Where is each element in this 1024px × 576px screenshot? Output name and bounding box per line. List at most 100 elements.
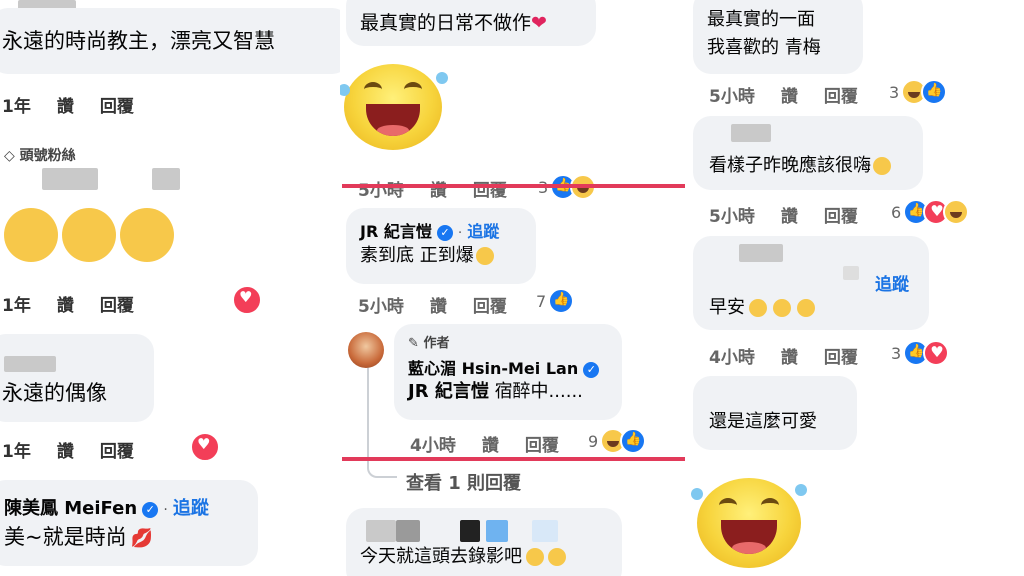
lips-icon: 💋 xyxy=(130,528,154,549)
reply-link[interactable]: 回覆 xyxy=(824,207,858,227)
reply-link[interactable]: 回覆 xyxy=(473,297,507,317)
comment-bubble: 看樣子昨晚應該很嗨 xyxy=(693,116,923,190)
reaction-summary[interactable]: 9 xyxy=(588,428,647,454)
commenter-name[interactable]: 陳美鳳 MeiFen xyxy=(4,498,137,519)
comment-bubble: ✎ 作者 藍心湄 Hsin-Mei Lan ✓ JR 紀言愷 宿醉中...... xyxy=(394,324,622,420)
comment-time: 5小時 xyxy=(358,297,404,317)
laughing-emoji xyxy=(340,64,448,154)
like-icon xyxy=(921,79,948,105)
reply-link[interactable]: 回覆 xyxy=(525,436,559,456)
view-replies-link[interactable]: 查看 1 則回覆 xyxy=(406,469,521,495)
reply-link[interactable]: 回覆 xyxy=(100,296,134,316)
comment-meta: 5小時讚回覆 xyxy=(358,176,533,201)
like-link[interactable]: 讚 xyxy=(57,442,74,462)
commenter-header: JR 紀言愷 ✓ · 追蹤 xyxy=(360,222,500,241)
comment-time: 4小時 xyxy=(709,348,755,368)
commenter-name[interactable]: JR 紀言愷 xyxy=(360,222,432,241)
grin-icon xyxy=(749,299,767,317)
redacted-name xyxy=(4,356,56,372)
highlight-line xyxy=(342,184,685,188)
comment-text-line: 我喜歡的 青梅 xyxy=(707,37,821,58)
comment-time: 1年 xyxy=(2,97,31,117)
redacted-name xyxy=(843,266,859,280)
smiling-hearts-emoji xyxy=(4,208,174,274)
follow-link[interactable]: 追蹤 xyxy=(875,270,909,295)
comment-bubble: JR 紀言愷 ✓ · 追蹤 素到底 正到爆 xyxy=(346,208,536,284)
pencil-icon: ✎ xyxy=(408,336,419,351)
comment-time: 5小時 xyxy=(709,207,755,227)
haha-icon xyxy=(943,199,970,225)
comment-time: 5小時 xyxy=(709,87,755,107)
comment-meta: 5小時 讚 回覆 xyxy=(358,292,533,317)
like-icon xyxy=(620,428,647,454)
redacted-block xyxy=(486,520,508,542)
comment-text-body: 宿醉中...... xyxy=(494,381,583,402)
like-link[interactable]: 讚 xyxy=(781,87,798,107)
face-hearts-icon xyxy=(62,208,116,262)
comment-meta: 1年 讚 回覆 xyxy=(2,437,160,462)
comment-meta: 1年 讚 回覆 xyxy=(2,92,160,117)
reaction-summary[interactable]: 7 xyxy=(536,288,575,314)
follow-link[interactable]: 追蹤 xyxy=(173,498,209,519)
like-link[interactable]: 讚 xyxy=(57,97,74,117)
face-hearts-icon xyxy=(4,208,58,262)
comment-bubble: 還是這麼可愛 xyxy=(693,376,857,450)
reaction-summary[interactable]: 3 xyxy=(889,79,948,105)
redacted-block xyxy=(366,520,396,542)
avatar[interactable] xyxy=(348,332,384,368)
comment-text: 還是這麼可愛 xyxy=(709,411,817,432)
commenter-header: 藍心湄 Hsin-Mei Lan ✓ xyxy=(408,355,608,379)
redacted-name xyxy=(152,168,180,190)
laughing-icon xyxy=(873,157,891,175)
comment-text: JR 紀言愷 宿醉中...... xyxy=(408,379,608,405)
redacted-name xyxy=(42,168,98,190)
like-link[interactable]: 讚 xyxy=(430,297,447,317)
face-hearts-icon xyxy=(120,208,174,262)
reaction-summary[interactable] xyxy=(232,285,262,315)
reaction-summary[interactable]: 6 xyxy=(891,199,970,225)
diamond-icon: ◇ xyxy=(4,148,15,164)
comment-text-body: 看樣子昨晚應該很嗨 xyxy=(709,155,871,176)
comment-meta: 4小時 讚 回覆 xyxy=(709,343,884,368)
comment-column-middle: 最真實的日常不做作❤ 5小時讚回覆 3 JR 紀言愷 ✓ · 追蹤 素到底 正到… xyxy=(340,0,685,576)
comment-bubble: 永遠的偶像 xyxy=(0,334,154,422)
emoji-eye xyxy=(364,82,382,97)
redacted-name xyxy=(360,520,608,542)
star-eyes-icon xyxy=(548,548,566,566)
comment-time: 4小時 xyxy=(410,436,456,456)
like-link[interactable]: 讚 xyxy=(781,207,798,227)
author-badge: ✎ 作者 xyxy=(408,332,608,351)
redacted-block xyxy=(532,520,558,542)
comment-bubble: 今天就這頭去錄影吧 xyxy=(346,508,622,576)
like-link[interactable]: 讚 xyxy=(781,348,798,368)
reply-link[interactable]: 回覆 xyxy=(100,97,134,117)
comment-text: 素到底 正到爆 xyxy=(360,242,522,270)
emoji-tear xyxy=(795,484,807,496)
reply-link[interactable]: 回覆 xyxy=(824,348,858,368)
commenter-name[interactable]: 藍心湄 Hsin-Mei Lan xyxy=(408,359,578,378)
comment-text: 看樣子昨晚應該很嗨 xyxy=(709,152,891,180)
comment-bubble: 最真實的一面 我喜歡的 青梅 xyxy=(693,0,863,74)
reaction-summary[interactable]: 3 xyxy=(891,340,950,366)
reaction-summary[interactable] xyxy=(190,432,220,462)
like-link[interactable]: 讚 xyxy=(57,296,74,316)
reply-link[interactable]: 回覆 xyxy=(100,442,134,462)
comment-text-body: 最真實的日常不做作 xyxy=(360,12,532,34)
reaction-count: 7 xyxy=(536,291,547,311)
redacted-block xyxy=(396,520,420,542)
face-hearts-icon xyxy=(475,247,494,265)
like-link[interactable]: 讚 xyxy=(482,436,499,456)
emoji-tear xyxy=(436,72,448,84)
comment-meta: 5小時 讚 回覆 xyxy=(709,202,884,227)
grin-icon xyxy=(773,299,791,317)
mention-link[interactable]: JR 紀言愷 xyxy=(408,381,489,402)
thread-connector xyxy=(367,366,397,478)
verified-icon: ✓ xyxy=(436,224,453,241)
reply-link[interactable]: 回覆 xyxy=(824,87,858,107)
reaction-count: 6 xyxy=(891,202,902,222)
grin-icon xyxy=(797,299,815,317)
redacted-block xyxy=(460,520,480,542)
verified-icon: ✓ xyxy=(583,361,600,378)
follow-link[interactable]: 追蹤 xyxy=(467,222,499,241)
comment-text-line: 最真實的一面 xyxy=(707,9,815,30)
